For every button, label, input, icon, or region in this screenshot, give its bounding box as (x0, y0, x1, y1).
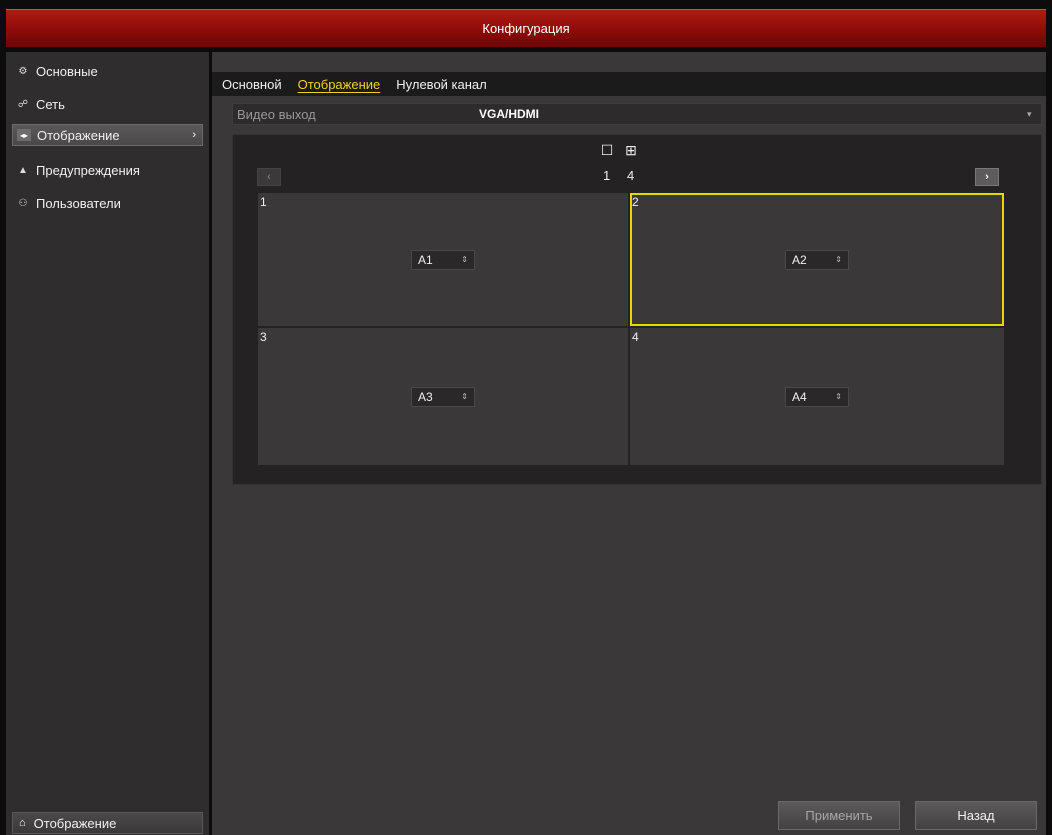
cell-number: 4 (632, 330, 639, 344)
preview-area: ☐ ⊞ 1 4 ‹ › 1 A1 ⇕ 2 A2 ⇕ 3 A3 ⇕ 4 A4 ⇕ (232, 134, 1042, 485)
sidebar-item-users[interactable]: ⚇ Пользователи (12, 192, 203, 214)
preview-cell[interactable]: 3 A3 ⇕ (258, 328, 628, 465)
quad-view-icon[interactable]: ⊞ (620, 140, 642, 160)
camera-select-value: A4 (792, 389, 807, 404)
camera-select[interactable]: A4 ⇕ (785, 386, 849, 407)
back-button[interactable]: Назад (915, 801, 1037, 830)
next-page-button[interactable]: › (975, 168, 999, 186)
layout-label-single: 1 (603, 168, 611, 183)
sidebar-item-label: Сеть (36, 96, 65, 112)
video-output-value[interactable]: VGA/HDMI (475, 107, 1027, 121)
title-bar: Конфигурация (6, 9, 1046, 47)
camera-select[interactable]: A2 ⇕ (785, 249, 849, 270)
camera-select[interactable]: A3 ⇕ (411, 386, 475, 407)
tab-basic[interactable]: Основной (222, 77, 282, 92)
video-output-label: Видео выход (237, 106, 316, 122)
camera-select-value: A1 (418, 252, 433, 267)
spinner-icon[interactable]: ⇕ (461, 392, 468, 401)
tab-display[interactable]: Отображение (298, 77, 381, 92)
spinner-icon[interactable]: ⇕ (835, 392, 842, 401)
sidebar-item-alerts[interactable]: ▲ Предупреждения (12, 159, 203, 181)
chevron-down-icon[interactable]: ▾ (1027, 109, 1041, 120)
gear-icon: ⚙ (18, 65, 28, 77)
display-icon: ◂▸ (17, 129, 31, 141)
sidebar: ⚙ Основные ☍ Сеть ◂▸ Отображение › ▲ Пре… (6, 52, 209, 835)
spinner-icon[interactable]: ⇕ (835, 255, 842, 264)
tab-zero-channel[interactable]: Нулевой канал (396, 77, 486, 92)
cell-number: 3 (260, 330, 267, 344)
video-output-field[interactable]: Видео выход VGA/HDMI ▾ (232, 103, 1042, 125)
warning-icon: ▲ (18, 164, 28, 176)
window-title: Конфигурация (482, 21, 570, 36)
prev-page-button[interactable]: ‹ (257, 168, 281, 186)
apply-button[interactable]: Применить (778, 801, 900, 830)
sidebar-item-general[interactable]: ⚙ Основные (12, 60, 203, 82)
sidebar-item-display[interactable]: ◂▸ Отображение › (12, 124, 203, 146)
users-icon: ⚇ (18, 197, 28, 209)
preview-cell-selected[interactable]: 2 A2 ⇕ (630, 193, 1004, 326)
preview-cell[interactable]: 1 A1 ⇕ (258, 193, 628, 326)
camera-grid: 1 A1 ⇕ 2 A2 ⇕ 3 A3 ⇕ 4 A4 ⇕ (258, 193, 1004, 465)
cell-number: 1 (260, 195, 267, 209)
camera-select[interactable]: A1 ⇕ (411, 249, 475, 270)
camera-select-value: A2 (792, 252, 807, 267)
network-icon: ☍ (17, 98, 29, 110)
sidebar-item-label: Предупреждения (36, 162, 140, 178)
sidebar-item-label: Отображение (37, 127, 120, 143)
cell-number: 2 (632, 195, 639, 209)
preview-cell[interactable]: 4 A4 ⇕ (630, 328, 1004, 465)
spinner-icon[interactable]: ⇕ (461, 255, 468, 264)
layout-label-quad: 4 (627, 168, 635, 183)
chevron-right-icon: › (192, 129, 196, 141)
sidebar-item-network[interactable]: ☍ Сеть (12, 93, 203, 115)
sidebar-item-label: Пользователи (36, 195, 121, 211)
camera-select-value: A3 (418, 389, 433, 404)
tab-bar: Основной Отображение Нулевой канал (212, 72, 1046, 96)
bottom-nav-display[interactable]: ⌂ Отображение (12, 812, 203, 834)
bottom-nav-label: Отображение (33, 815, 117, 831)
single-view-icon[interactable]: ☐ (596, 140, 618, 160)
home-icon: ⌂ (19, 817, 26, 829)
sidebar-item-label: Основные (36, 63, 98, 79)
main-panel: Основной Отображение Нулевой канал Видео… (212, 52, 1046, 835)
